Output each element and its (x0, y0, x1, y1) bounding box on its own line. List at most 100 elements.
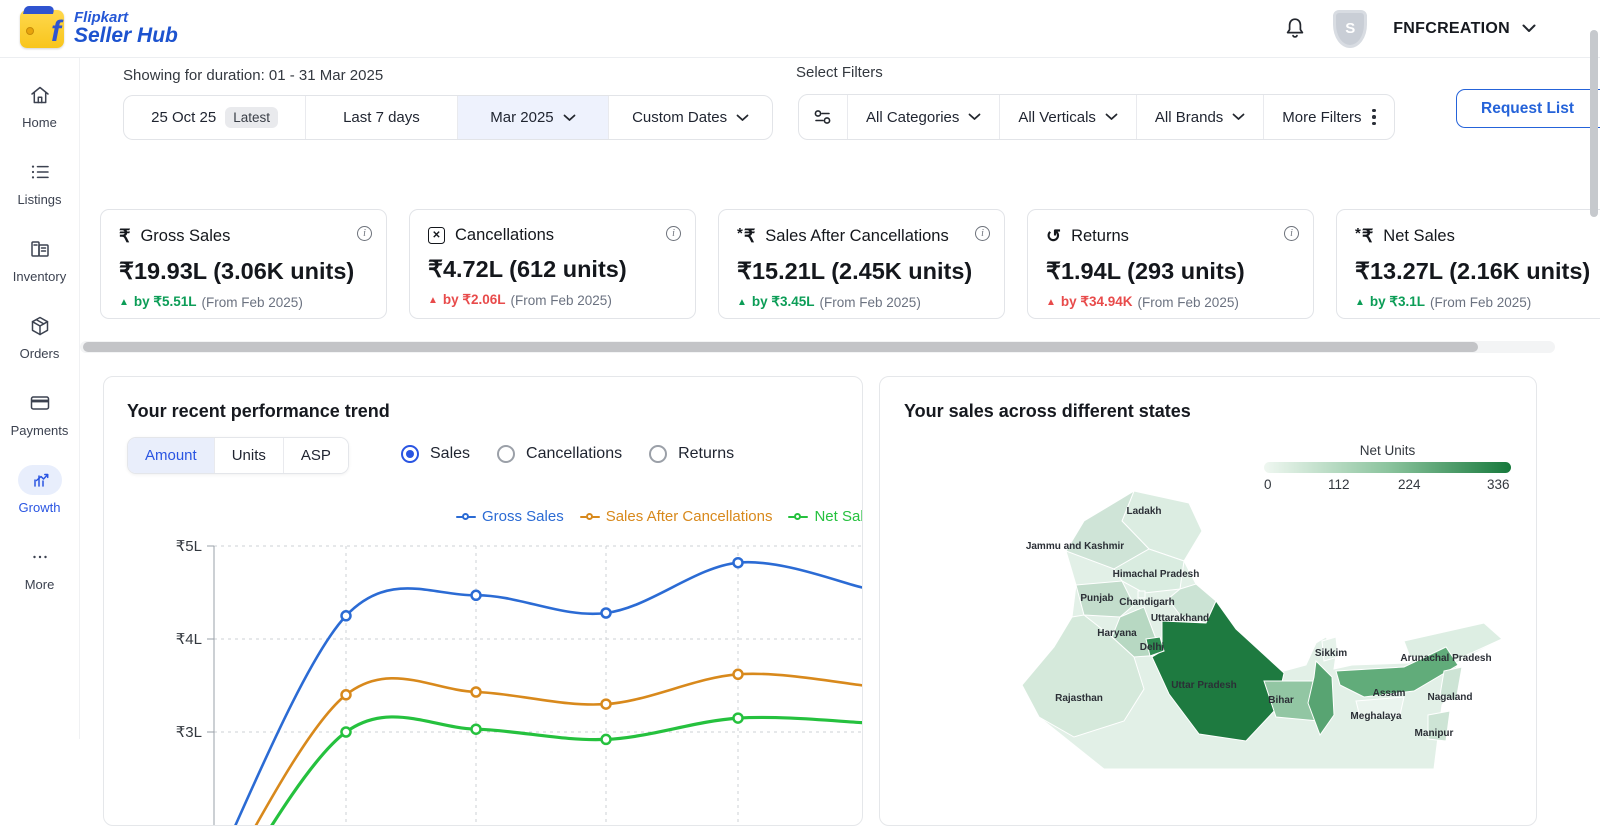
sidebar-item-inventory[interactable]: Inventory (4, 234, 76, 284)
box-x-icon: ✕ (428, 227, 445, 244)
chevron-down-icon (563, 114, 576, 122)
info-icon[interactable]: i (1284, 226, 1299, 241)
inventory-shelf-icon (18, 234, 62, 264)
state-label-uttarakhand: Uttarakhand (1151, 613, 1209, 624)
radio-dot (401, 445, 419, 463)
date-tab-last-7-days[interactable]: Last 7 days (306, 96, 458, 139)
chevron-down-icon (1522, 24, 1536, 33)
package-box-icon (18, 311, 62, 341)
horizontal-scrollbar-track[interactable] (80, 341, 1555, 353)
radio-returns[interactable]: Returns (649, 445, 734, 463)
filter-all-categories[interactable]: All Categories (848, 95, 1000, 139)
metric-title: Sales After Cancellations (765, 227, 948, 246)
delta-up-icon: ▲ (737, 297, 747, 308)
state-label-haryana: Haryana (1097, 628, 1137, 639)
top-bar: f Flipkart Seller Hub S FNFCREATION (0, 0, 1600, 58)
account-name: FNFCREATION (1393, 20, 1510, 38)
main-content: Showing for duration: 01 - 31 Mar 2025 S… (80, 58, 1600, 739)
radio-sales[interactable]: Sales (401, 445, 470, 463)
state-label-nagaland: Nagaland (1427, 692, 1472, 703)
sidebar-item-home[interactable]: Home (4, 80, 76, 130)
state-label-uttar-pradesh: Uttar Pradesh (1171, 680, 1237, 691)
chevron-down-icon (1105, 113, 1118, 121)
flipkart-wallet-icon: f (20, 10, 64, 48)
list-icon (18, 157, 62, 187)
trend-type-radios: Sales Cancellations Returns (401, 445, 734, 463)
info-icon[interactable]: i (975, 226, 990, 241)
map-panel-title: Your sales across different states (904, 401, 1191, 422)
legend-gross-sales[interactable]: Gross Sales (456, 508, 564, 525)
delta-up-icon: ▲ (428, 295, 438, 306)
flipkart-seller-hub-logo[interactable]: f Flipkart Seller Hub (0, 10, 178, 48)
duration-label: Showing for duration: 01 - 31 Mar 2025 (123, 67, 383, 84)
vertical-scrollbar-thumb[interactable] (1590, 30, 1598, 217)
filters-control: All Categories All Verticals All Brands … (798, 94, 1395, 140)
trend-panel-title: Your recent performance trend (127, 401, 390, 422)
filter-more-filters[interactable]: More Filters (1264, 95, 1394, 139)
metric-title: Net Sales (1383, 227, 1455, 246)
state-label-arunachal-pradesh: Arunachal Pradesh (1400, 653, 1491, 664)
svg-text:₹5L: ₹5L (176, 538, 202, 555)
date-tab-month[interactable]: Mar 2025 (458, 96, 610, 139)
return-arrow-icon: ↺ (1046, 226, 1061, 247)
filter-all-verticals[interactable]: All Verticals (1000, 95, 1137, 139)
info-icon[interactable]: i (357, 226, 372, 241)
star-rupee-icon: *₹ (737, 226, 755, 247)
kebab-menu-icon (1372, 109, 1376, 126)
avatar-letter: S (1345, 20, 1355, 37)
sidebar-item-more[interactable]: More (4, 542, 76, 592)
legend-sales-after-cancellations[interactable]: Sales After Cancellations (580, 508, 773, 525)
metric-card-gross-sales[interactable]: ₹ Gross Sales i ₹19.93L (3.06K units) ▲ … (100, 209, 387, 319)
sidebar-item-listings[interactable]: Listings (4, 157, 76, 207)
info-icon[interactable]: i (666, 226, 681, 241)
metric-value: ₹19.93L (3.06K units) (119, 257, 370, 285)
radio-cancellations[interactable]: Cancellations (497, 445, 622, 463)
metric-cards-row: ₹ Gross Sales i ₹19.93L (3.06K units) ▲ … (100, 209, 1600, 319)
state-label-manipur: Manipur (1415, 728, 1454, 739)
metric-title: Cancellations (455, 226, 554, 245)
state-label-delhi: Delhi (1140, 642, 1165, 653)
request-list-button[interactable]: Request List (1456, 89, 1600, 128)
latest-badge: Latest (225, 107, 278, 128)
metric-value: ₹1.94L (293 units) (1046, 257, 1297, 285)
sidebar: Home Listings Inventory Orders Payments … (0, 58, 80, 739)
credit-card-icon (18, 388, 62, 418)
seller-badge-icon[interactable]: S (1333, 10, 1367, 48)
rupee-icon: ₹ (119, 226, 130, 247)
performance-trend-panel: Your recent performance trend Amount Uni… (103, 376, 863, 826)
filter-sliders-icon[interactable] (799, 95, 848, 139)
india-choropleth-map[interactable]: LadakhJammu and KashmirHimachal PradeshP… (984, 489, 1537, 826)
metric-card-cancellations[interactable]: ✕ Cancellations i ₹4.72L (612 units) ▲ b… (409, 209, 696, 319)
delta-up-icon: ▲ (119, 297, 129, 308)
state-label-chandigarh: Chandigarh (1119, 597, 1175, 608)
legend-net-sales[interactable]: Net Sales (788, 508, 863, 525)
notification-bell-icon[interactable] (1283, 16, 1307, 42)
date-range-control: 25 Oct 25 Latest Last 7 days Mar 2025 Cu… (123, 95, 773, 140)
filter-all-brands[interactable]: All Brands (1137, 95, 1264, 139)
line-chart[interactable]: ₹5L₹4L₹3L (104, 535, 863, 826)
sidebar-item-payments[interactable]: Payments (4, 388, 76, 438)
tab-units[interactable]: Units (215, 438, 284, 473)
metric-card-returns[interactable]: ↺ Returns i ₹1.94L (293 units) ▲ by ₹34.… (1027, 209, 1314, 319)
radio-dot (649, 445, 667, 463)
state-label-meghalaya: Meghalaya (1350, 711, 1402, 722)
sidebar-item-growth[interactable]: Growth (4, 465, 76, 515)
delta-up-icon: ▲ (1046, 297, 1056, 308)
chevron-down-icon (736, 114, 749, 122)
date-tab-custom-dates[interactable]: Custom Dates (609, 96, 772, 139)
brand-flipkart: Flipkart (74, 10, 178, 25)
tab-amount[interactable]: Amount (128, 438, 215, 473)
svg-text:₹3L: ₹3L (176, 724, 202, 741)
horizontal-scrollbar-thumb[interactable] (83, 342, 1478, 352)
state-label-punjab: Punjab (1080, 593, 1113, 604)
tab-asp[interactable]: ASP (284, 438, 348, 473)
metric-card-net-sales[interactable]: *₹ Net Sales ₹13.27L (2.16K units) ▲ by … (1336, 209, 1600, 319)
sidebar-item-orders[interactable]: Orders (4, 311, 76, 361)
account-menu[interactable]: FNFCREATION (1393, 20, 1536, 38)
delta-up-icon: ▲ (1355, 297, 1365, 308)
metric-card-sales-after-cancellations[interactable]: *₹ Sales After Cancellations i ₹15.21L (… (718, 209, 1005, 319)
date-tab-latest[interactable]: 25 Oct 25 Latest (124, 96, 306, 139)
sales-by-state-panel: Your sales across different states Net U… (879, 376, 1537, 826)
chart-legend: Gross Sales Sales After Cancellations Ne… (456, 508, 863, 525)
metric-title: Gross Sales (140, 227, 230, 246)
